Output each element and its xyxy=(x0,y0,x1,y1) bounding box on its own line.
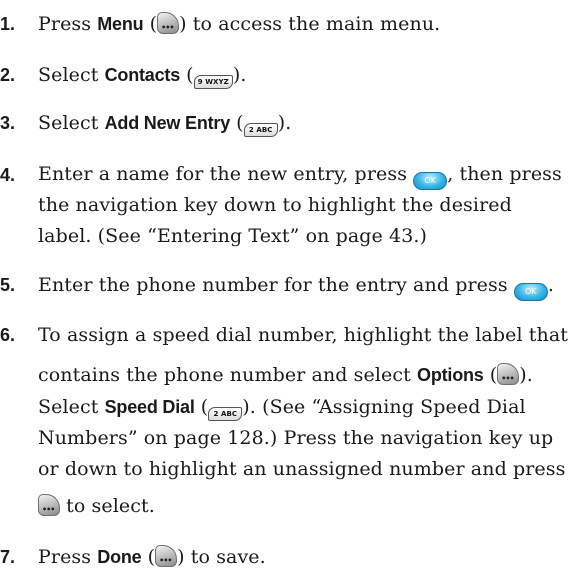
step-text: Press Done ( ) to save. xyxy=(38,545,266,572)
add-new-entry-label: Add New Entry xyxy=(104,113,231,133)
keypad-2-icon: 2 ABC xyxy=(243,123,278,137)
text: ( xyxy=(194,396,209,418)
step-number: 4. xyxy=(0,165,16,185)
step-text: To assign a speed dial number, highlight… xyxy=(38,324,569,346)
text: ). xyxy=(232,64,247,86)
text: , then press xyxy=(447,163,562,185)
text: Enter the phone number for the entry and… xyxy=(38,274,514,296)
step-number: 2. xyxy=(0,65,16,85)
text: Press xyxy=(38,13,98,35)
step-text: label. (See “Entering Text” on page 43.) xyxy=(38,225,428,247)
text: Select xyxy=(38,64,105,86)
text: Press xyxy=(38,546,98,568)
done-softkey-icon xyxy=(155,545,178,572)
keypad-9-icon: 9 WXYZ xyxy=(193,75,233,89)
text: ). (See “Assigning Speed Dial xyxy=(242,396,526,418)
step-text: Press Menu ( ) to access the main menu. xyxy=(38,12,441,39)
ok-button-icon: OK xyxy=(513,283,548,301)
step-number: 7. xyxy=(0,547,16,567)
step-number: 6. xyxy=(0,325,16,345)
options-label: Options xyxy=(417,365,484,385)
text: ( xyxy=(230,112,244,134)
speed-dial-label: Speed Dial xyxy=(104,397,195,417)
text: ( xyxy=(141,546,156,568)
step-text: the navigation key down to highlight the… xyxy=(38,194,512,216)
keypad-2-icon: 2 ABC xyxy=(208,407,243,421)
text: ( xyxy=(180,64,194,86)
ok-button-icon: OK xyxy=(413,172,448,190)
text: ( xyxy=(143,13,158,35)
text: ) to access the main menu. xyxy=(179,13,441,35)
step-number: 1. xyxy=(0,14,16,34)
step-number: 3. xyxy=(0,113,16,133)
step-text: or down to highlight an unassigned numbe… xyxy=(38,458,566,480)
text: ( xyxy=(483,364,498,386)
text: Select xyxy=(38,396,105,418)
step-text: Select Speed Dial (2 ABC). (See “Assigni… xyxy=(38,396,526,421)
select-softkey-icon xyxy=(38,494,60,521)
step-text: Enter the phone number for the entry and… xyxy=(38,274,554,301)
text: ). xyxy=(277,112,292,134)
options-softkey-icon xyxy=(497,363,520,390)
menu-label: Menu xyxy=(97,14,144,34)
step-text: Enter a name for the new entry, press OK… xyxy=(38,163,562,190)
step-text: to select. xyxy=(38,494,155,521)
text: Enter a name for the new entry, press xyxy=(38,163,414,185)
contacts-label: Contacts xyxy=(104,65,181,85)
text: ) to save. xyxy=(177,546,266,568)
text: to select. xyxy=(60,495,155,517)
text: Select xyxy=(38,112,105,134)
text: contains the phone number and select xyxy=(38,364,418,386)
text: ). xyxy=(519,364,533,386)
menu-softkey-icon xyxy=(157,12,180,39)
step-text: Select Contacts (9 WXYZ). xyxy=(38,64,247,89)
text: . xyxy=(547,274,554,296)
step-number: 5. xyxy=(0,275,16,295)
step-text: Select Add New Entry (2 ABC). xyxy=(38,112,291,137)
step-text: contains the phone number and select Opt… xyxy=(38,363,533,390)
step-text: Numbers” on page 128.) Press the navigat… xyxy=(38,427,554,449)
done-label: Done xyxy=(97,547,142,567)
